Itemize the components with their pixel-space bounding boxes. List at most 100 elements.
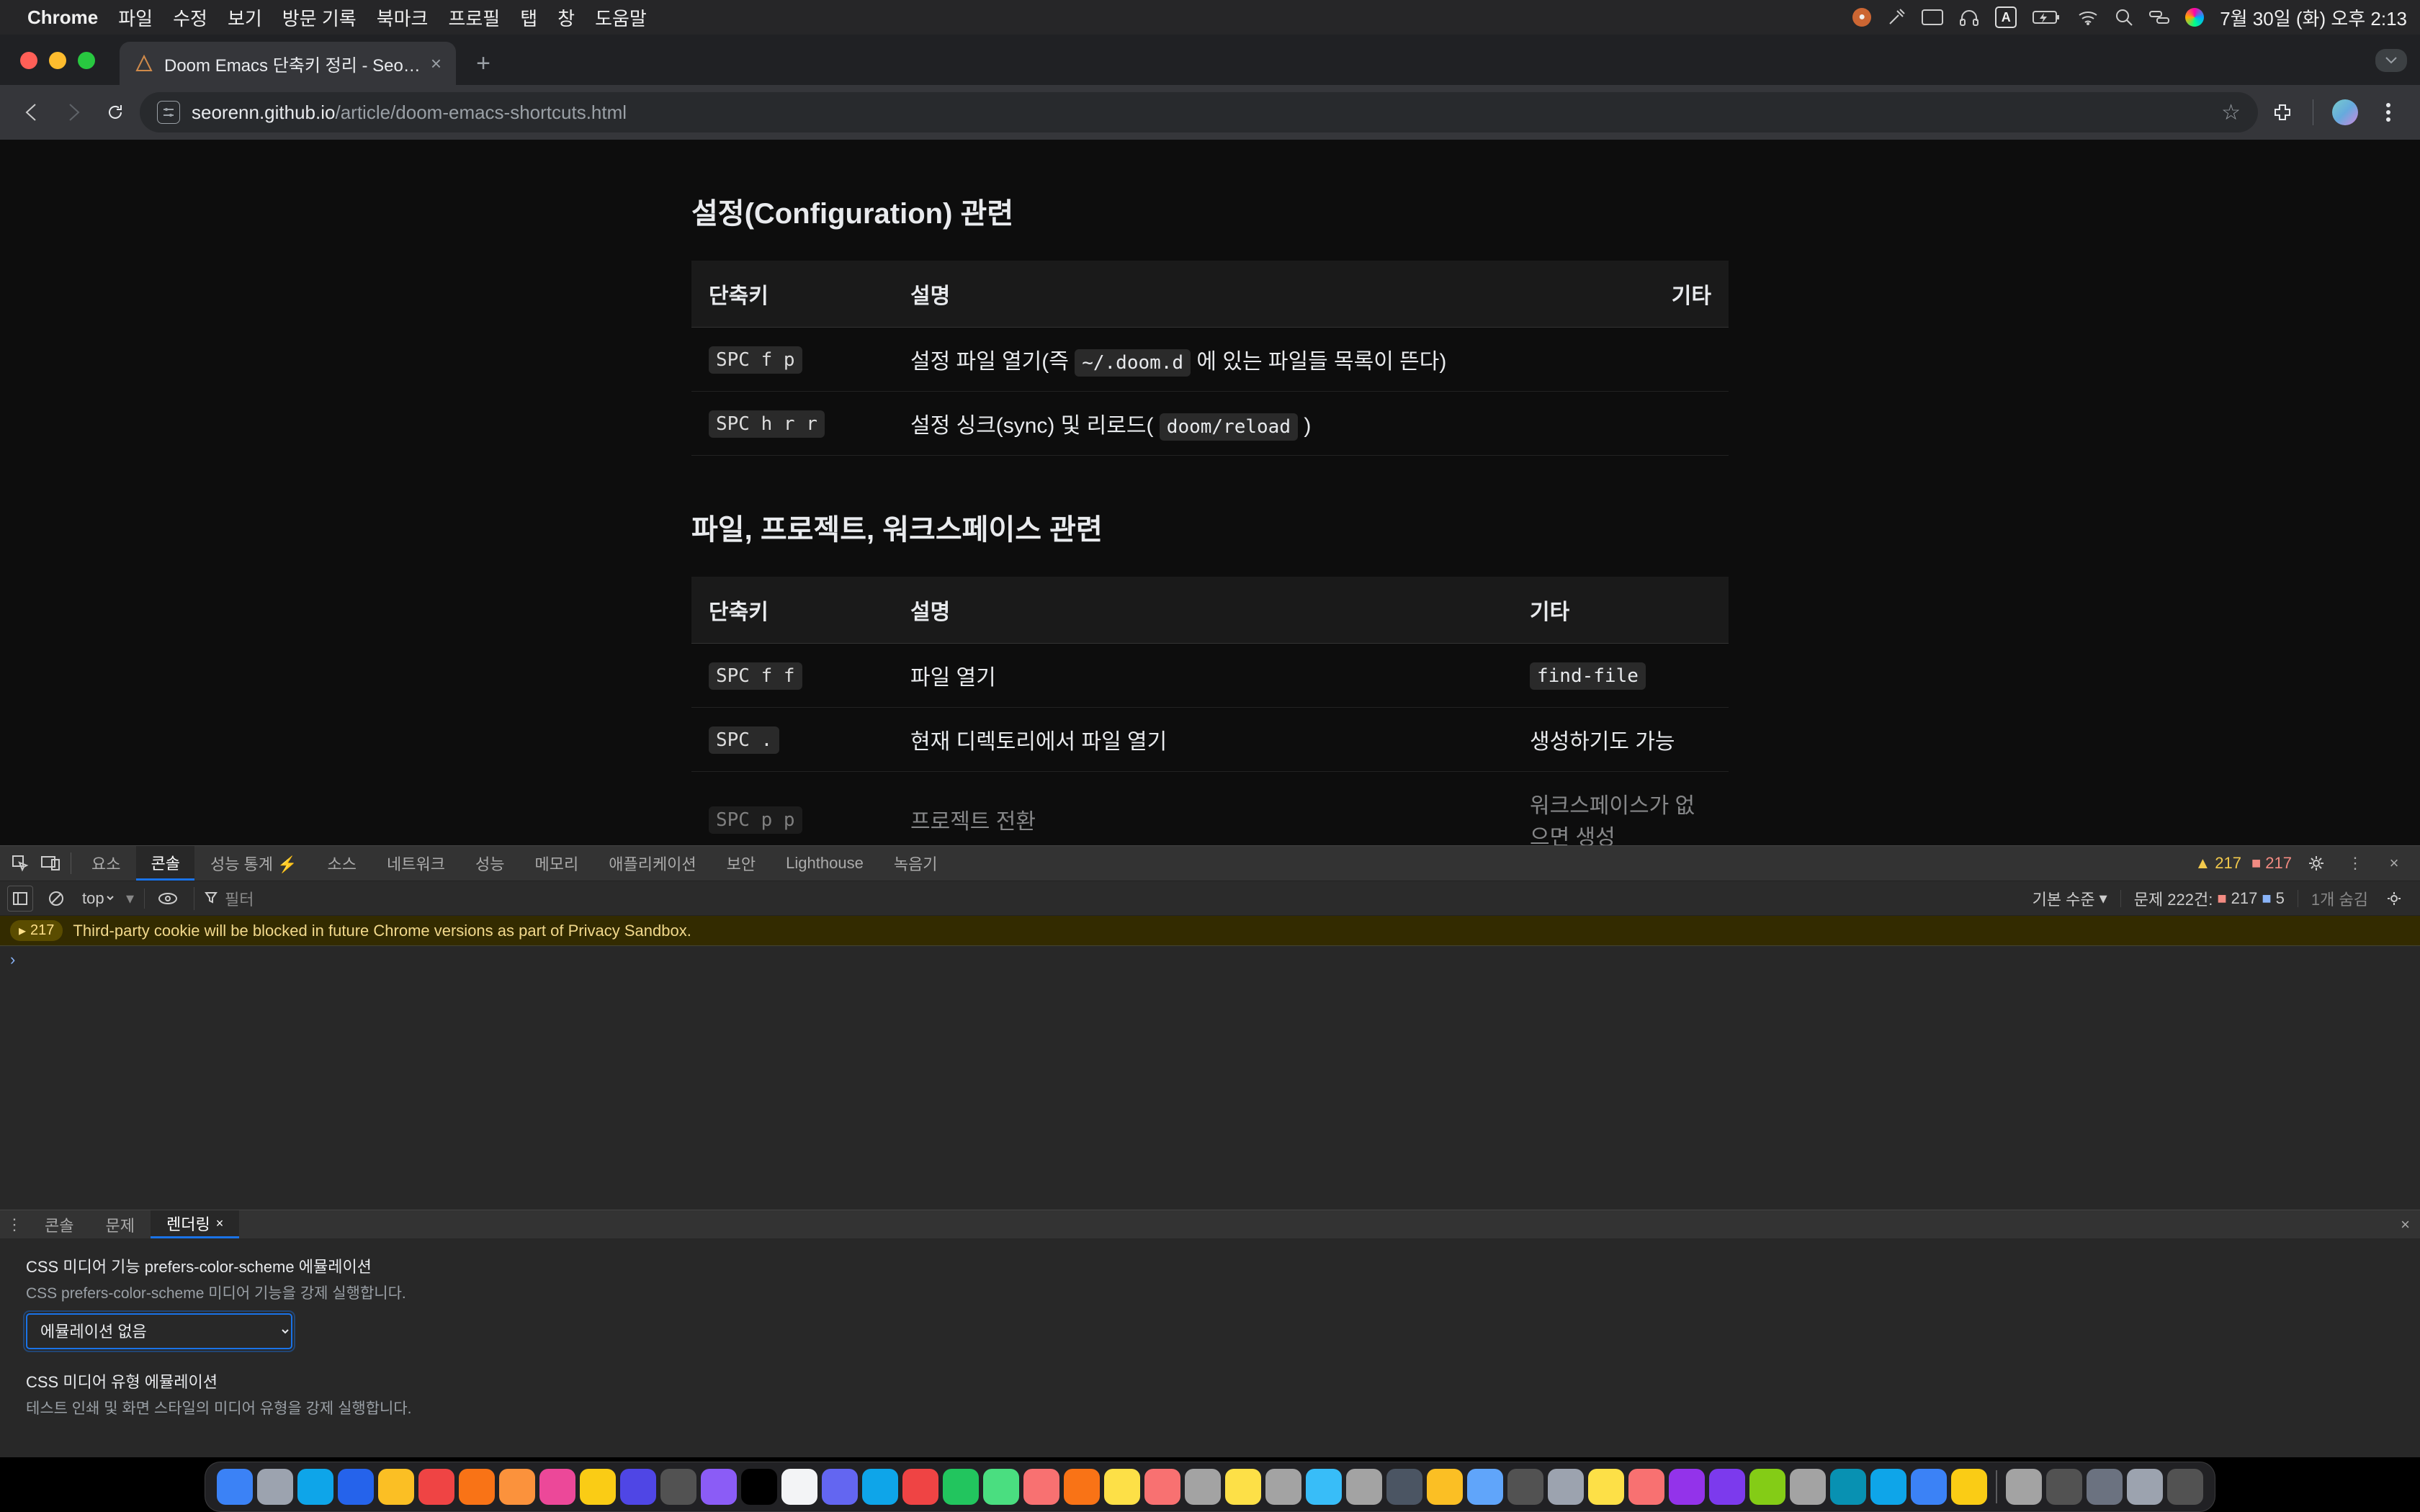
minimize-window-icon[interactable] — [49, 52, 66, 69]
dock-app[interactable] — [1951, 1469, 1987, 1505]
dock-app[interactable] — [257, 1469, 293, 1505]
dock-app[interactable] — [1265, 1469, 1301, 1505]
devtools-tab-security[interactable]: 보안 — [712, 846, 770, 881]
dock-app[interactable] — [660, 1469, 696, 1505]
menubar-app-name[interactable]: Chrome — [27, 6, 98, 29]
dock-app[interactable] — [1830, 1469, 1866, 1505]
dock-app[interactable] — [1144, 1469, 1180, 1505]
dock-app[interactable] — [1911, 1469, 1947, 1505]
dock-app[interactable] — [902, 1469, 938, 1505]
dock-app[interactable] — [620, 1469, 656, 1505]
console-warning-message[interactable]: ▸ 217 Third-party cookie will be blocked… — [0, 916, 2420, 946]
extensions-icon[interactable] — [2265, 95, 2300, 130]
console-levels-dropdown[interactable]: 기본 수준 ▾ — [2033, 887, 2107, 910]
dock-app[interactable] — [2127, 1469, 2163, 1505]
browser-tab[interactable]: Doom Emacs 단축키 정리 - Seo… × — [120, 42, 456, 85]
dock-app[interactable] — [1588, 1469, 1624, 1505]
menu-file[interactable]: 파일 — [118, 4, 153, 31]
dock-app[interactable] — [2167, 1469, 2203, 1505]
status-notification-icon[interactable]: ● — [1852, 8, 1871, 27]
devtools-error-count[interactable]: ■ 217 — [2251, 854, 2292, 873]
menu-help[interactable]: 도움말 — [595, 4, 647, 31]
profile-avatar[interactable] — [2332, 99, 2358, 125]
dock-app[interactable] — [822, 1469, 858, 1505]
dock-app[interactable] — [499, 1469, 535, 1505]
devtools-tab-lighthouse[interactable]: Lighthouse — [771, 846, 878, 881]
dock-app[interactable] — [1790, 1469, 1826, 1505]
drawer-close-icon[interactable]: × — [2390, 1215, 2420, 1234]
devtools-more-icon[interactable]: ⋮ — [2341, 849, 2370, 878]
dock-app[interactable] — [217, 1469, 253, 1505]
devtools-tab-recorder[interactable]: 녹음기 — [879, 846, 952, 881]
devtools-tab-sources[interactable]: 소스 — [313, 846, 371, 881]
devtools-warning-count[interactable]: ▲ 217 — [2195, 854, 2241, 873]
dock-app[interactable] — [539, 1469, 575, 1505]
status-hammer-icon[interactable] — [1887, 8, 1906, 27]
console-issues-link[interactable]: 문제 222건: ■217 ■5 — [2134, 887, 2285, 910]
menu-tab[interactable]: 탭 — [520, 4, 537, 31]
dock-app[interactable] — [983, 1469, 1019, 1505]
dock-app[interactable] — [741, 1469, 777, 1505]
dock-app[interactable] — [1064, 1469, 1100, 1505]
menu-view[interactable]: 보기 — [228, 4, 262, 31]
dock-app[interactable] — [1104, 1469, 1140, 1505]
status-wifi-icon[interactable] — [2077, 9, 2099, 25]
dock-app[interactable] — [1548, 1469, 1584, 1505]
devtools-tab-network[interactable]: 네트워크 — [372, 846, 460, 881]
devtools-tab-performance[interactable]: 성능 — [461, 846, 519, 881]
status-headphones-icon[interactable] — [1959, 8, 1979, 27]
menu-edit[interactable]: 수정 — [173, 4, 207, 31]
new-tab-button[interactable]: + — [466, 46, 501, 81]
status-clock[interactable]: 7월 30일 (화) 오후 2:13 — [2220, 4, 2407, 31]
dock-app[interactable] — [1709, 1469, 1745, 1505]
forward-button[interactable] — [56, 95, 91, 130]
dock-app[interactable] — [1628, 1469, 1664, 1505]
status-input-source[interactable]: A — [1995, 6, 2017, 28]
dock-app[interactable] — [1023, 1469, 1059, 1505]
inspect-element-icon[interactable] — [6, 849, 35, 878]
console-sidebar-toggle-icon[interactable] — [7, 886, 33, 912]
console-settings-icon[interactable] — [2381, 886, 2407, 912]
dock-app[interactable] — [1185, 1469, 1221, 1505]
dock-app[interactable] — [1225, 1469, 1261, 1505]
chrome-menu-icon[interactable] — [2371, 95, 2406, 130]
status-control-center-icon[interactable] — [2149, 10, 2169, 24]
dock-app[interactable] — [459, 1469, 495, 1505]
menu-window[interactable]: 창 — [557, 4, 575, 31]
console-clear-icon[interactable] — [43, 886, 69, 912]
devtools-tab-application[interactable]: 애플리케이션 — [594, 846, 710, 881]
devtools-tab-console[interactable]: 콘솔 — [136, 846, 194, 881]
drawer-tab-console[interactable]: 콘솔 — [29, 1210, 89, 1238]
dock-app[interactable] — [378, 1469, 414, 1505]
dock-app[interactable] — [1386, 1469, 1422, 1505]
status-keyboard-icon[interactable] — [1922, 9, 1943, 25]
tab-overflow-button[interactable] — [2375, 49, 2407, 72]
dock-app[interactable] — [1749, 1469, 1785, 1505]
status-battery-icon[interactable] — [2033, 10, 2061, 24]
devtools-tab-memory[interactable]: 메모리 — [520, 846, 593, 881]
dock-app[interactable] — [2006, 1469, 2042, 1505]
dock-app[interactable] — [862, 1469, 898, 1505]
status-spotlight-icon[interactable] — [2115, 8, 2133, 27]
drawer-tab-close-icon[interactable]: × — [216, 1216, 224, 1231]
reload-button[interactable] — [98, 95, 133, 130]
dock-app[interactable] — [701, 1469, 737, 1505]
dock-app[interactable] — [418, 1469, 454, 1505]
window-traffic-lights[interactable] — [20, 52, 95, 69]
back-button[interactable] — [14, 95, 49, 130]
page-viewport[interactable]: 설정(Configuration) 관련 단축키 설명 기타 SPC f p 설… — [0, 140, 2420, 1457]
menu-profile[interactable]: 프로필 — [448, 4, 500, 31]
bookmark-star-icon[interactable]: ☆ — [2221, 100, 2241, 125]
drawer-tab-issues[interactable]: 문제 — [89, 1210, 150, 1238]
dock-app[interactable] — [1467, 1469, 1503, 1505]
console-prompt[interactable]: › — [0, 946, 2420, 973]
site-info-icon[interactable] — [157, 101, 180, 124]
menu-history[interactable]: 방문 기록 — [282, 4, 357, 31]
console-output[interactable]: ▸ 217 Third-party cookie will be blocked… — [0, 916, 2420, 1210]
dock-app[interactable] — [2087, 1469, 2123, 1505]
close-window-icon[interactable] — [20, 52, 37, 69]
dock-app[interactable] — [1306, 1469, 1342, 1505]
dock-app[interactable] — [338, 1469, 374, 1505]
device-toggle-icon[interactable] — [36, 849, 65, 878]
devtools-close-icon[interactable]: × — [2380, 849, 2408, 878]
